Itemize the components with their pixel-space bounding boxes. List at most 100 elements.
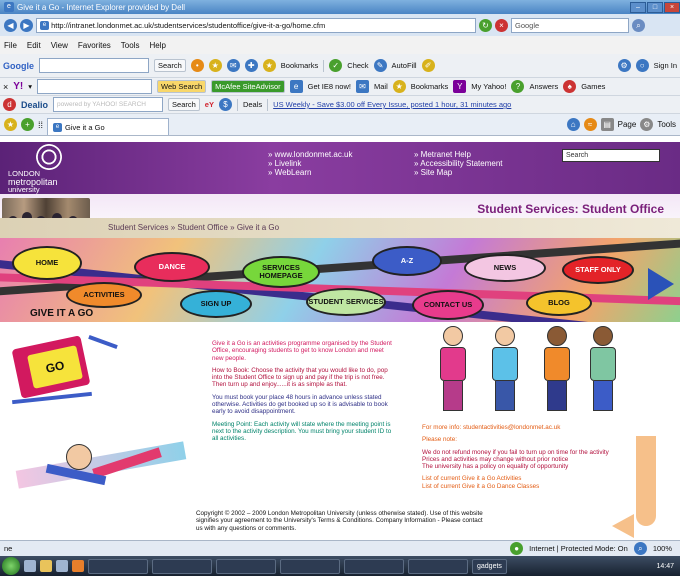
start-button[interactable]: [2, 557, 20, 575]
nav-a-z[interactable]: A-Z: [372, 246, 442, 276]
toolbar-close-icon[interactable]: ×: [3, 82, 8, 92]
link-site-map[interactable]: » Site Map: [414, 168, 502, 177]
add-favorites-icon[interactable]: +: [21, 118, 34, 131]
nav-student-services[interactable]: STUDENT SERVICES: [306, 288, 386, 316]
search-go-icon[interactable]: ⌕: [632, 18, 645, 32]
ebay-icon[interactable]: eY: [205, 100, 214, 109]
google-autofill[interactable]: AutoFill: [392, 61, 417, 70]
link-metranet-help[interactable]: » Metranet Help: [414, 150, 502, 159]
google-bookmarks[interactable]: Bookmarks: [281, 61, 319, 70]
quicklaunch-media-icon[interactable]: [72, 560, 84, 572]
my-yahoo-link[interactable]: My Yahoo!: [471, 82, 506, 91]
google-check[interactable]: Check: [347, 61, 368, 70]
quicklaunch-ie-icon[interactable]: [24, 560, 36, 572]
breadcrumb[interactable]: Student Services » Student Office » Give…: [0, 218, 680, 238]
taskbar-item-5[interactable]: [344, 558, 404, 574]
menu-help[interactable]: Help: [149, 41, 165, 50]
internet-zone-icon: ●: [510, 542, 524, 555]
answers-link[interactable]: Answers: [529, 82, 558, 91]
arrow-left-icon: [612, 514, 634, 538]
news-icon[interactable]: •: [190, 59, 204, 72]
favorites-star-icon[interactable]: ★: [4, 118, 17, 131]
back-icon[interactable]: ◀: [4, 18, 17, 32]
web-search-button[interactable]: Web Search: [157, 80, 207, 93]
mcafee-button[interactable]: McAfee SiteAdvisor: [211, 80, 285, 93]
quicklaunch-folder-icon[interactable]: [40, 560, 52, 572]
graphic-navigation: HOME DANCE SERVICES HOMEPAGE A-Z NEWS ST…: [0, 238, 680, 322]
security-zone[interactable]: Internet | Protected Mode: On: [529, 544, 628, 553]
zoom-level[interactable]: 100%: [653, 544, 672, 553]
menu-favorites[interactable]: Favorites: [78, 41, 111, 50]
taskbar-item-4[interactable]: [280, 558, 340, 574]
nav-home[interactable]: HOME: [12, 246, 82, 280]
tab-give-it-a-go[interactable]: e Give it a Go: [47, 117, 170, 135]
maximize-button[interactable]: □: [647, 1, 663, 13]
taskbar-item-6[interactable]: [408, 558, 468, 574]
nav-activities[interactable]: ACTIVITIES: [66, 282, 142, 308]
google-search-input[interactable]: [39, 58, 149, 73]
pencil-icon[interactable]: ✐: [421, 59, 435, 72]
header-links-right: » Metranet Help » Accessibility Statemen…: [414, 150, 502, 177]
menu-tools[interactable]: Tools: [121, 41, 140, 50]
close-button[interactable]: ×: [664, 1, 680, 13]
deals-icon[interactable]: $: [218, 98, 232, 111]
taskbar-gadgets[interactable]: gadgets: [472, 558, 507, 574]
character-blue: [490, 326, 520, 411]
taskbar-item-3[interactable]: [216, 558, 276, 574]
taskbar-item-2[interactable]: [152, 558, 212, 574]
quicklaunch-desktop-icon[interactable]: [56, 560, 68, 572]
puzzle-icon[interactable]: ✚: [244, 59, 258, 72]
feeds-icon[interactable]: ≈: [583, 118, 597, 131]
nav-staff-only[interactable]: STAFF ONLY: [562, 256, 634, 284]
list-activities-link[interactable]: List of current Give it a Go Activities: [422, 475, 672, 482]
forward-icon[interactable]: ▶: [20, 18, 33, 32]
tools-menu[interactable]: Tools: [657, 120, 676, 129]
link-londonmet[interactable]: » www.londonmet.ac.uk: [268, 150, 353, 159]
list-dance-link[interactable]: List of current Give it a Go Dance Class…: [422, 483, 672, 490]
taskbar-item-1[interactable]: [88, 558, 148, 574]
minimize-button[interactable]: –: [630, 1, 646, 13]
nav-blog[interactable]: BLOG: [526, 290, 592, 316]
stop-icon[interactable]: ×: [495, 18, 508, 32]
dealio-search-input[interactable]: powered by YAHOO! SEARCH: [53, 97, 164, 112]
nav-contact-us[interactable]: CONTACT US: [412, 290, 484, 320]
menu-edit[interactable]: Edit: [27, 41, 41, 50]
gmail-icon[interactable]: ✉: [226, 59, 240, 72]
deals-button[interactable]: Deals: [243, 100, 262, 109]
yahoo-menu-icon[interactable]: ▾: [28, 82, 32, 91]
search-box[interactable]: Google: [511, 17, 629, 33]
nav-news[interactable]: NEWS: [464, 254, 546, 282]
nav-dance[interactable]: DANCE: [134, 252, 210, 282]
tab-list-icon[interactable]: ⁞⁞: [38, 120, 43, 130]
google-signin[interactable]: Sign In: [654, 61, 677, 70]
mail-link[interactable]: Mail: [374, 82, 388, 91]
google-search-button[interactable]: Search: [154, 59, 186, 72]
menu-view[interactable]: View: [51, 41, 68, 50]
yahoo-logo-icon[interactable]: Y!: [13, 81, 23, 92]
nav-blog-label: BLOG: [548, 298, 570, 307]
print-icon[interactable]: ▤: [600, 118, 614, 131]
link-accessibility[interactable]: » Accessibility Statement: [414, 159, 502, 168]
games-link[interactable]: Games: [581, 82, 605, 91]
yahoo-bookmarks-link[interactable]: Bookmarks: [411, 82, 449, 91]
link-weblearn[interactable]: » WebLearn: [268, 168, 353, 177]
dealio-search-button[interactable]: Search: [168, 98, 200, 111]
yahoo-search-input[interactable]: [37, 79, 153, 94]
page-menu[interactable]: Page: [618, 120, 637, 129]
deals-ticker[interactable]: US Weekly - Save $3.00 off Every Issue, …: [273, 100, 511, 109]
nav-activities-label: ACTIVITIES: [83, 290, 125, 299]
wrench-icon[interactable]: ⚙: [617, 59, 631, 72]
address-input[interactable]: e http://intranet.londonmet.ac.uk/studen…: [36, 17, 476, 33]
refresh-icon[interactable]: ↻: [479, 18, 492, 32]
more-info-link[interactable]: For more info: studentactivities@londonm…: [422, 424, 672, 431]
get-ie8-link[interactable]: Get IE8 now!: [308, 82, 351, 91]
link-livelink[interactable]: » Livelink: [268, 159, 353, 168]
site-search-input[interactable]: Search: [562, 149, 660, 162]
nav-sign-up[interactable]: SIGN UP: [180, 290, 252, 318]
home-icon[interactable]: ⌂: [566, 118, 580, 131]
copyright-text: Copyright © 2002 – 2009 London Metropoli…: [196, 510, 483, 532]
menu-file[interactable]: File: [4, 41, 17, 50]
university-logo[interactable]: LONDON metropolitan university: [2, 142, 94, 194]
star-icon[interactable]: ★: [208, 59, 222, 72]
nav-services-homepage[interactable]: SERVICES HOMEPAGE: [242, 256, 320, 288]
